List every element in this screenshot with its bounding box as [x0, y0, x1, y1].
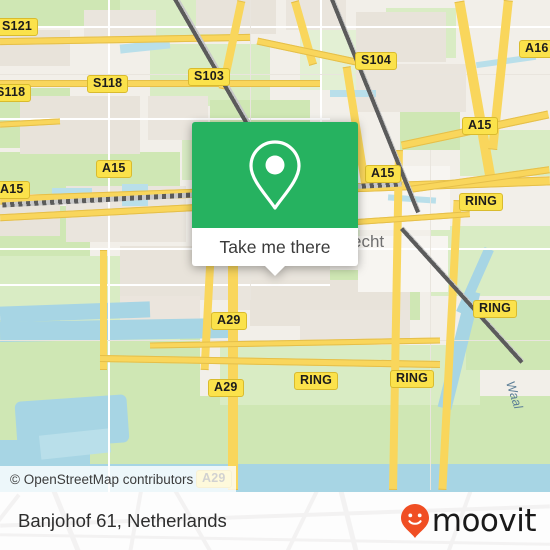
map-highway — [100, 250, 107, 370]
road-shield: RING — [390, 370, 435, 388]
popup-pointer-tail — [264, 265, 286, 276]
map-road — [0, 284, 330, 286]
road-shield: RING — [294, 372, 339, 390]
moovit-wordmark: moovit — [431, 502, 537, 539]
popup-cta[interactable]: Take me there — [192, 228, 358, 276]
road-shield: S118 — [0, 84, 32, 102]
road-shield: S103 — [188, 68, 230, 86]
road-shield: A15 — [96, 160, 132, 178]
moovit-logo[interactable]: moovit — [400, 502, 537, 539]
road-shield: A16 — [519, 40, 550, 58]
road-shield: S104 — [355, 52, 397, 70]
map-water — [0, 317, 231, 343]
attribution-text: © OpenStreetMap contributors — [10, 471, 194, 487]
road-shield: A29 — [211, 312, 247, 330]
moovit-smiley-pin-icon — [400, 504, 429, 538]
footer-bar: Banjohof 61, Netherlands moovit — [0, 492, 550, 550]
popup-header — [192, 122, 358, 228]
road-shield: RING — [473, 300, 518, 318]
road-shield: A15 — [462, 117, 498, 135]
address-label: Banjohof 61, Netherlands — [18, 510, 227, 531]
map-highway — [228, 240, 238, 490]
road-shield: S118 — [87, 75, 129, 93]
map-attribution[interactable]: © OpenStreetMap contributors — [0, 466, 236, 492]
road-shield: A15 — [365, 165, 401, 183]
road-shield: RING — [459, 193, 504, 211]
popup-cta-label: Take me there — [219, 236, 331, 257]
map-highway — [0, 80, 320, 87]
map-pin-icon — [249, 140, 301, 210]
map-canvas[interactable]: echt Waal S121 S118 S118 S103 S104 A16 A15 A15 A… — [0, 0, 550, 492]
map-road — [430, 150, 431, 490]
map-green-area — [430, 226, 550, 296]
location-popup-card[interactable]: Take me there — [192, 122, 358, 276]
road-shield: A29 — [208, 379, 244, 397]
road-shield: A15 — [0, 181, 30, 199]
road-shield: S121 — [0, 18, 38, 36]
moovit-map-screenshot: echt Waal S121 S118 S118 S103 S104 A16 A15 A15 A… — [0, 0, 550, 550]
